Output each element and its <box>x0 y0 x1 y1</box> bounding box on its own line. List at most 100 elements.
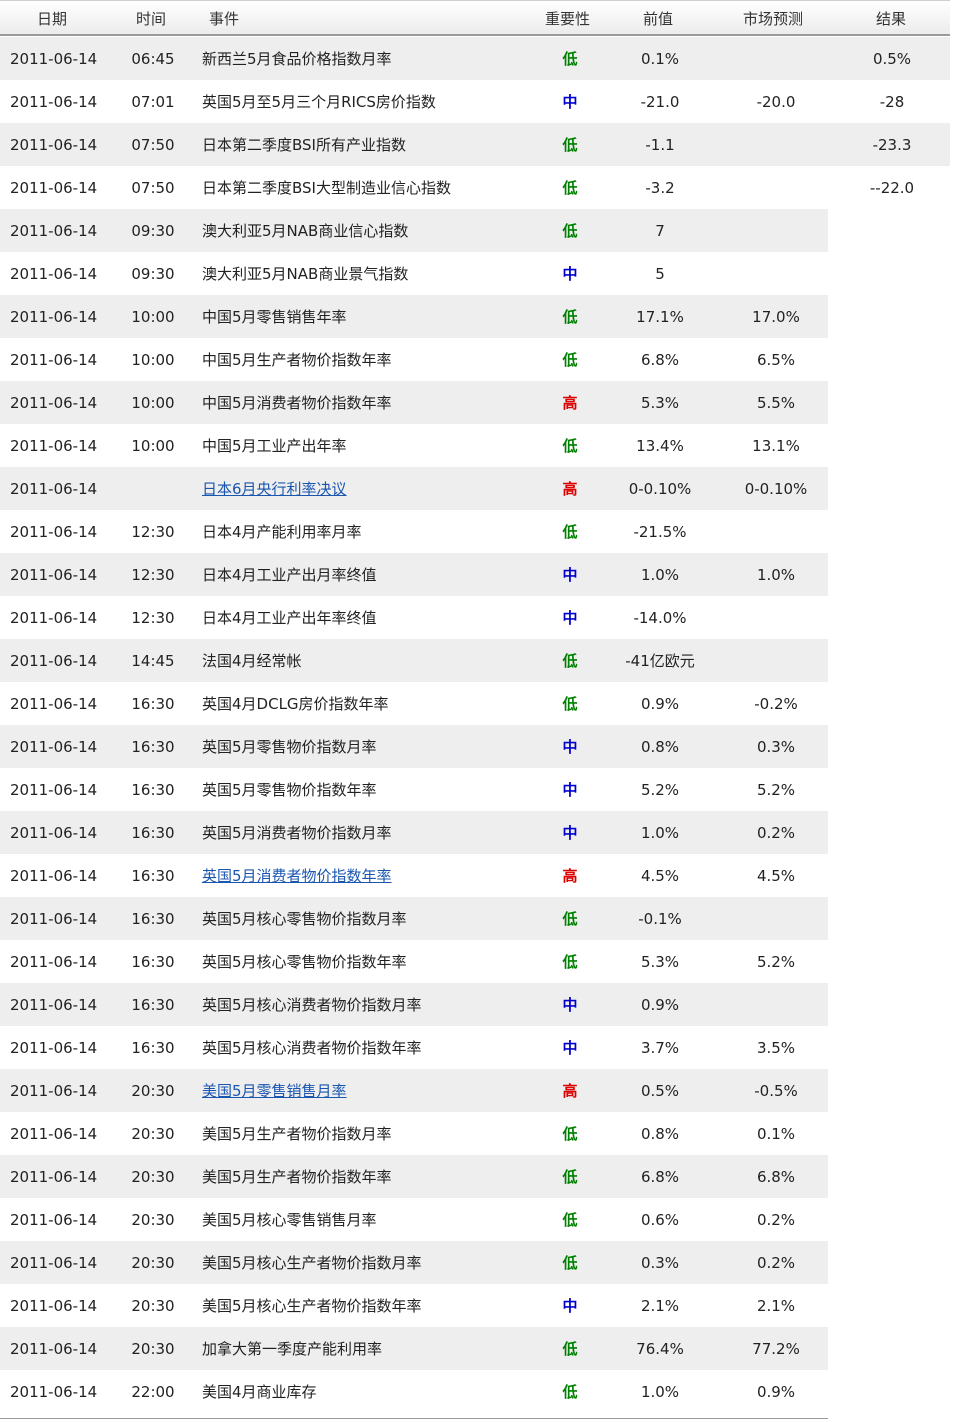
row-date: 2011-06-14 <box>10 824 98 842</box>
row-date: 2011-06-14 <box>10 1383 98 1401</box>
row-actual: 0.5% <box>872 50 912 68</box>
row-date: 2011-06-14 <box>10 1039 98 1057</box>
row-date: 2011-06-14 <box>10 781 98 799</box>
row-event: 美国5月生产者物价指数年率 <box>202 1168 392 1186</box>
row-importance: 高 <box>562 867 578 885</box>
row-date: 2011-06-14 <box>10 265 98 283</box>
row-date: 2011-06-14 <box>10 480 98 498</box>
row-importance: 中 <box>562 738 578 756</box>
table-row: 2011-06-14 06:45 新西兰5月食品价格指数月率 低 0.1% 0.5% <box>0 37 956 80</box>
header-event: 事件 <box>209 10 240 28</box>
row-previous: 1.0% <box>640 1383 680 1401</box>
row-previous: 5.2% <box>640 781 680 799</box>
table-row: 2011-06-14 16:30 英国5月核心消费者物价指数年率 中 3.7% 3.5% <box>0 1026 956 1069</box>
row-time: 10:00 <box>131 394 175 412</box>
table-header: 日期 时间 事件 重要性 前值 市场预测 结果 <box>0 0 950 36</box>
header-time: 时间 <box>136 10 167 28</box>
row-previous: 5.3% <box>640 394 680 412</box>
row-forecast: 0.1% <box>756 1125 796 1143</box>
row-date: 2011-06-14 <box>10 1297 98 1315</box>
table-row: 2011-06-14 16:30 英国5月消费者物价指数月率 中 1.0% 0.2% <box>0 811 956 854</box>
row-forecast: 4.5% <box>756 867 796 885</box>
table-row: 2011-06-14 20:30 美国5月零售销售月率 高 0.5% -0.5% <box>0 1069 956 1112</box>
table-row: 2011-06-14 20:30 美国5月生产者物价指数月率 低 0.8% 0.1% <box>0 1112 956 1155</box>
row-event: 英国5月核心零售物价指数月率 <box>202 910 407 928</box>
row-actual: -28 <box>879 93 905 111</box>
row-forecast: 3.5% <box>756 1039 796 1057</box>
row-importance: 中 <box>562 566 578 584</box>
row-forecast: 0.9% <box>756 1383 796 1401</box>
row-previous: 3.7% <box>640 1039 680 1057</box>
row-previous: 7 <box>655 222 665 240</box>
row-previous: 1.0% <box>640 824 680 842</box>
row-importance: 低 <box>562 351 578 369</box>
row-date: 2011-06-14 <box>10 437 98 455</box>
row-forecast: 1.0% <box>756 566 796 584</box>
table-row: 2011-06-14 20:30 加拿大第一季度产能利用率 低 76.4% 77.2% <box>0 1327 956 1370</box>
row-time: 12:30 <box>131 523 175 541</box>
row-time: 12:30 <box>131 566 175 584</box>
row-date: 2011-06-14 <box>10 996 98 1014</box>
row-time: 10:00 <box>131 351 175 369</box>
row-previous: 5 <box>655 265 665 283</box>
row-event: 美国4月商业库存 <box>202 1383 317 1401</box>
row-date: 2011-06-14 <box>10 652 98 670</box>
row-importance: 低 <box>562 1168 578 1186</box>
table-row: 2011-06-14 16:30 英国5月核心零售物价指数月率 低 -0.1% <box>0 897 956 940</box>
row-forecast: 0.2% <box>756 1254 796 1272</box>
row-event-link[interactable]: 英国5月消费者物价指数年率 <box>202 867 532 885</box>
row-time: 07:50 <box>131 179 175 197</box>
row-event-link[interactable]: 美国5月零售销售月率 <box>202 1082 532 1100</box>
row-forecast: 17.0% <box>752 308 800 326</box>
row-event: 英国5月消费者物价指数月率 <box>202 824 392 842</box>
row-date: 2011-06-14 <box>10 1254 98 1272</box>
row-importance: 低 <box>562 179 578 197</box>
row-time: 16:30 <box>131 953 175 971</box>
row-date: 2011-06-14 <box>10 738 98 756</box>
header-forecast: 市场预测 <box>743 10 804 28</box>
row-event: 法国4月经常帐 <box>202 652 302 670</box>
row-time: 07:50 <box>131 136 175 154</box>
table-row: 2011-06-14 14:45 法国4月经常帐 低 -41亿欧元 <box>0 639 956 682</box>
row-importance: 低 <box>562 50 578 68</box>
row-date: 2011-06-14 <box>10 1340 98 1358</box>
row-event: 美国5月核心生产者物价指数年率 <box>202 1297 422 1315</box>
row-time: 20:30 <box>131 1254 175 1272</box>
row-importance: 低 <box>562 652 578 670</box>
row-importance: 低 <box>562 222 578 240</box>
row-forecast: 2.1% <box>756 1297 796 1315</box>
row-time: 16:30 <box>131 824 175 842</box>
row-event: 英国5月零售物价指数月率 <box>202 738 377 756</box>
row-time: 20:30 <box>131 1297 175 1315</box>
table-row: 2011-06-14 16:30 英国5月核心零售物价指数年率 低 5.3% 5.2% <box>0 940 956 983</box>
row-date: 2011-06-14 <box>10 50 98 68</box>
table-row: 2011-06-14 16:30 英国5月消费者物价指数年率 高 4.5% 4.5% <box>0 854 956 897</box>
row-date: 2011-06-14 <box>10 910 98 928</box>
row-previous: 0.5% <box>640 1082 680 1100</box>
table-row: 2011-06-14 20:30 美国5月核心生产者物价指数月率 低 0.3% 0.2% <box>0 1241 956 1284</box>
table-bottom-border <box>0 1418 828 1419</box>
row-time: 20:30 <box>131 1340 175 1358</box>
row-time: 06:45 <box>131 50 175 68</box>
row-forecast: 5.2% <box>756 953 796 971</box>
row-previous: 0.9% <box>640 996 680 1014</box>
row-previous: 4.5% <box>640 867 680 885</box>
row-importance: 低 <box>562 136 578 154</box>
row-date: 2011-06-14 <box>10 1125 98 1143</box>
row-importance: 低 <box>562 1211 578 1229</box>
row-previous: -41亿欧元 <box>625 652 695 670</box>
row-event: 英国5月零售物价指数年率 <box>202 781 377 799</box>
row-previous: 0.9% <box>640 695 680 713</box>
row-forecast: 6.5% <box>756 351 796 369</box>
table-row: 2011-06-14 09:30 澳大利亚5月NAB商业信心指数 低 7 <box>0 209 956 252</box>
table-row: 2011-06-14 22:00 美国4月商业库存 低 1.0% 0.9% <box>0 1370 956 1413</box>
row-previous: 76.4% <box>636 1340 684 1358</box>
row-event: 中国5月零售销售年率 <box>202 308 347 326</box>
row-event-link[interactable]: 日本6月央行利率决议 <box>202 480 532 498</box>
row-time: 20:30 <box>131 1082 175 1100</box>
row-forecast: -0.2% <box>754 695 798 713</box>
row-previous: -21.5% <box>633 523 687 541</box>
row-forecast: 0-0.10% <box>744 480 808 498</box>
row-date: 2011-06-14 <box>10 609 98 627</box>
row-date: 2011-06-14 <box>10 93 98 111</box>
